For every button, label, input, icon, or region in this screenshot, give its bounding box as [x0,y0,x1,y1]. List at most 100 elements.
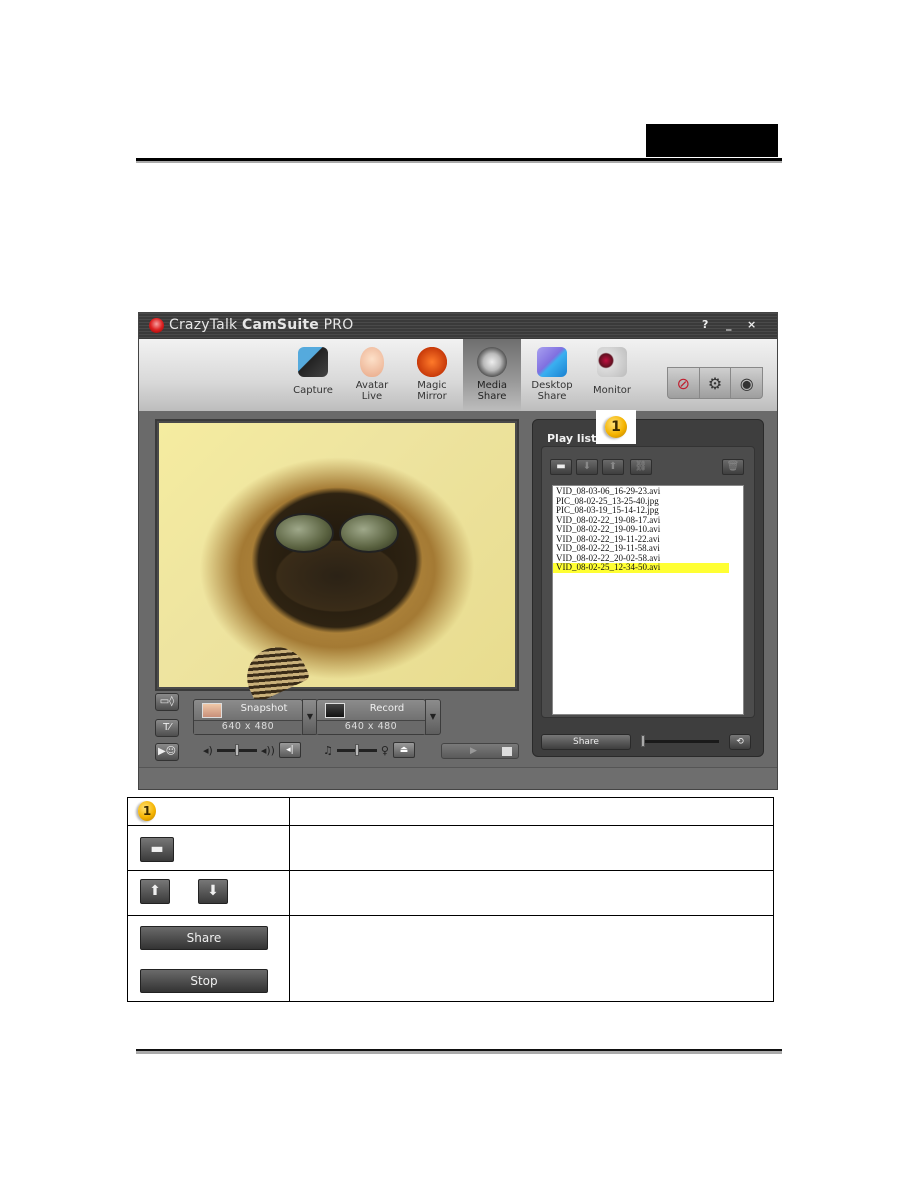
minimize-button[interactable]: _ [726,318,732,331]
microphone-icon: ♀ [380,743,389,757]
callout-marker: 1 [596,410,636,444]
webcam-lock-icon[interactable]: ◉ [731,368,762,398]
move-up-icon: ⬆ [140,879,170,904]
tool-monitor[interactable]: Monitor [583,339,641,411]
record-dropdown[interactable]: ▼ [425,699,441,735]
move-down-button[interactable]: ⬇ [576,459,598,475]
legend-description [288,825,775,871]
share-slider-knob[interactable] [641,735,645,747]
help-button[interactable]: ? [702,318,708,331]
list-item-selected[interactable]: VID_08-02-25_12-34-50.avi [553,562,729,573]
tool-magic-mirror[interactable]: Magic Mirror [403,339,461,411]
stop-button-sample: Stop [140,969,268,993]
mic-controls: ♫ ♀ ⏏ [323,741,415,759]
legend-icon-cell: 1 [127,797,290,826]
share-settings-button[interactable]: ⟲ [729,734,751,750]
tool-label: Live [361,391,383,402]
tool-label: Magic [417,380,447,391]
language-tab [646,124,778,157]
delete-button[interactable]: 🗑 [722,459,744,475]
capture-controls: ▭◊ T⁄ ▶☺ Snapshot 640 x 480 ▼ Record 640… [139,691,529,771]
move-up-button[interactable]: ⬆ [602,459,624,475]
tool-capture[interactable]: Capture [284,339,342,411]
tool-avatar-live[interactable]: Avatar Live [343,339,401,411]
share-progress-slider[interactable] [641,735,719,747]
share-button-sample: Share [140,926,268,950]
tool-media-share[interactable]: Media Share [463,339,521,411]
legend-table: 1 ▬ ⬆ ⬇ Share Stop [127,797,775,1002]
app-logo-icon [149,318,164,333]
mic-slider-knob[interactable] [354,743,359,756]
legend-icon-cell: ▬ [127,825,290,871]
app-title-suffix: PRO [318,317,354,333]
music-icon: ♫ [323,743,333,757]
title-bar: CrazyTalk CamSuite PRO ? _ × [139,313,777,339]
stop-icon[interactable] [502,747,512,756]
video-preview [159,423,515,704]
play-icon[interactable]: ▶ [470,746,477,756]
security-camera-icon [597,347,627,377]
mixer-button[interactable]: ⏏ [392,742,415,758]
open-folder-icon: ▬ [140,837,174,862]
film-reel-icon [477,347,507,377]
speaker-button[interactable]: ◂| [278,742,301,758]
legend-description [288,797,775,826]
volume-high-icon: ◂)) [260,743,275,757]
snapshot-thumb-icon [202,703,222,718]
playlist-title: Play list [547,432,597,445]
monitors-icon [537,347,567,377]
record-button[interactable]: Record 640 x 480 ▼ [316,699,441,735]
header-rule [136,158,782,163]
text-overlay-button[interactable]: T⁄ [155,719,179,737]
playlist-panel: Play list ▬ ⬇ ⬆ ⛓ 🗑 VID_08-03-06_16-29-2… [532,419,764,757]
snapshot-button[interactable]: Snapshot 640 x 480 ▼ [193,699,318,735]
callout-badge: 1 [605,416,627,438]
volume-low-icon: ◂) [203,743,213,757]
legend-icon-cell: ⬆ ⬇ [127,870,290,916]
volume-slider-knob[interactable] [234,743,239,756]
record-label: Record [369,703,405,714]
volume-controls: ◂) ◂)) ◂| [203,741,301,759]
face-tracking-button[interactable]: ▶☺ [155,743,179,761]
preview-glasses-right [339,513,399,553]
video-preview-frame [155,419,519,704]
tool-label: Monitor [592,385,631,396]
camera-options-button[interactable]: ▭◊ [155,693,179,711]
callout-badge: 1 [138,801,156,821]
status-strip [139,767,777,789]
app-title-prefix: CrazyTalk [169,317,243,333]
tool-desktop-share[interactable]: Desktop Share [523,339,581,411]
mask-icon [417,347,447,377]
tool-label: Capture [293,385,333,396]
legend-row: ▬ [127,825,775,871]
playlist-inner: ▬ ⬇ ⬆ ⛓ 🗑 VID_08-03-06_16-29-23.avi PIC_… [541,446,755,718]
legend-row: Share Stop [127,915,775,1002]
snapshot-label: Snapshot [240,703,288,714]
volume-slider[interactable] [216,743,257,756]
link-button[interactable]: ⛓ [630,459,652,475]
app-title-bold: CamSuite [242,317,319,333]
footer-rule [136,1049,782,1054]
playlist-list[interactable]: VID_08-03-06_16-29-23.avi PIC_08-02-25_1… [552,485,744,715]
tool-label: Share [477,391,507,402]
record-resolution: 640 x 480 [317,720,425,734]
close-button[interactable]: × [747,318,756,331]
legend-description [288,870,775,916]
no-broadcast-icon[interactable]: ⊘ [668,368,700,398]
app-title: CrazyTalk CamSuite PRO [169,317,353,333]
legend-description [288,915,775,1002]
share-button[interactable]: Share [541,734,631,750]
tool-label: Share [537,391,567,402]
legend-row: ⬆ ⬇ [127,870,775,916]
preview-glasses-left [274,513,334,553]
tool-label: Avatar [355,380,389,391]
right-toolbar: ⊘ ⚙ ◉ [667,367,763,399]
mic-slider[interactable] [336,743,377,756]
tool-label: Mirror [417,391,447,402]
mode-toolbar: Capture Avatar Live Magic Mirror Media S… [139,339,777,411]
legend-row: 1 [127,797,775,826]
tool-label: Desktop [531,380,573,391]
settings-gear-icon[interactable]: ⚙ [700,368,732,398]
open-folder-button[interactable]: ▬ [550,459,572,475]
playback-bar[interactable]: ▶ [441,743,519,759]
